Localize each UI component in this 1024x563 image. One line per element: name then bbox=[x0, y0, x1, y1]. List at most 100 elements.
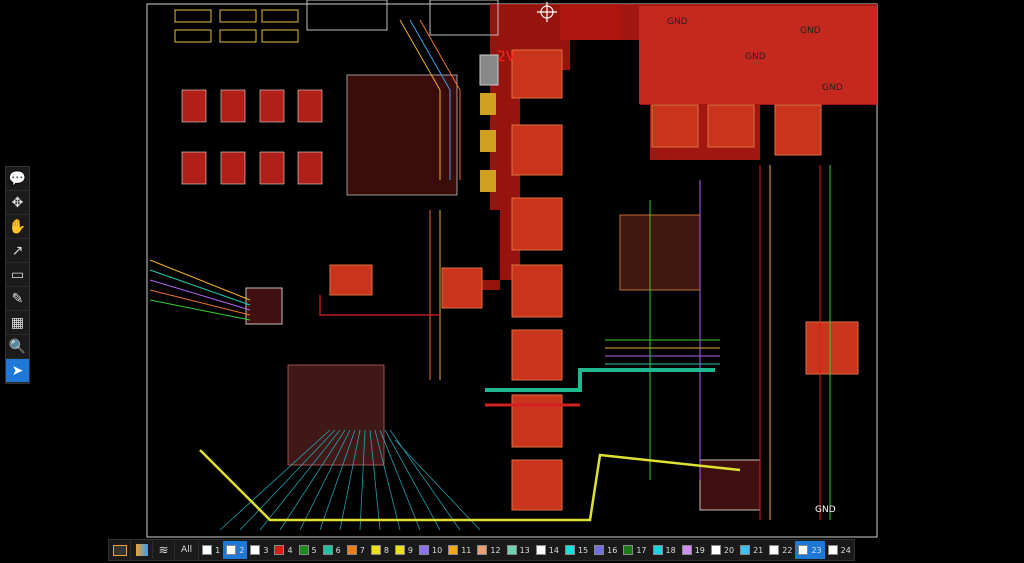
layer-label: 10 bbox=[432, 545, 443, 555]
comment-tool[interactable]: 💬 bbox=[6, 167, 29, 191]
layer-swatch bbox=[798, 545, 809, 555]
move-icon: ✥ bbox=[11, 194, 24, 211]
layer-toggle-22[interactable]: 22 bbox=[766, 541, 795, 559]
layer-swatch bbox=[322, 545, 333, 555]
layer-label: 5 bbox=[311, 545, 317, 555]
zoom-icon: 🔍 bbox=[8, 338, 27, 355]
layer-toggle-16[interactable]: 16 bbox=[591, 541, 620, 559]
route-tool[interactable]: ↗ bbox=[6, 239, 29, 263]
layer-swatch bbox=[226, 545, 237, 555]
layer-colors-button[interactable] bbox=[131, 541, 153, 559]
tool-palette: 💬 ✥ ✋ ↗ ▭ ✎ ▦ 🔍 ➤ bbox=[5, 166, 30, 384]
layer-toggle-7[interactable]: 7 bbox=[344, 541, 368, 559]
zoom-tool[interactable]: 🔍 bbox=[6, 335, 29, 359]
layer-label: 7 bbox=[359, 545, 365, 555]
layer-swatch bbox=[827, 545, 838, 555]
gnd-label: GND bbox=[800, 26, 821, 36]
layer-swatch bbox=[652, 545, 663, 555]
layer-toggle-23[interactable]: 23 bbox=[795, 541, 825, 559]
layer-toggle-10[interactable]: 10 bbox=[416, 541, 445, 559]
layer-toggle-13[interactable]: 13 bbox=[504, 541, 533, 559]
monitor-icon bbox=[112, 544, 127, 556]
ic-chip-4 bbox=[619, 214, 701, 291]
layer-toggle-14[interactable]: 14 bbox=[533, 541, 562, 559]
layers-icon: ≋ bbox=[158, 543, 169, 557]
yellow-part bbox=[480, 130, 496, 152]
layer-swatch bbox=[506, 545, 517, 555]
display-settings-button[interactable] bbox=[109, 541, 131, 559]
layer-toggle-2[interactable]: 2 bbox=[223, 541, 248, 559]
pcb-canvas[interactable] bbox=[0, 0, 1024, 563]
layer-label: 12 bbox=[490, 545, 501, 555]
layer-swatch bbox=[594, 545, 605, 555]
layer-label: 13 bbox=[519, 545, 530, 555]
layer-toggle-8[interactable]: 8 bbox=[368, 541, 392, 559]
gnd-label: GND bbox=[815, 505, 836, 515]
layer-toggle-6[interactable]: 6 bbox=[320, 541, 344, 559]
layer-swatch bbox=[623, 545, 634, 555]
layer-swatch bbox=[370, 545, 381, 555]
gnd-label: GND bbox=[667, 17, 688, 27]
layer-label: 21 bbox=[753, 545, 764, 555]
layer-label: 4 bbox=[287, 545, 293, 555]
layer-toggle-19[interactable]: 19 bbox=[679, 541, 708, 559]
layer-label: 20 bbox=[723, 545, 735, 555]
route-icon: ↗ bbox=[11, 242, 24, 259]
layer-toggle-1[interactable]: 1 bbox=[199, 541, 223, 559]
layer-label: 1 bbox=[215, 545, 221, 555]
layer-label: 19 bbox=[694, 545, 705, 555]
layer-swatch bbox=[477, 545, 488, 555]
layer-swatch bbox=[298, 545, 309, 555]
layer-toggle-20[interactable]: 20 bbox=[708, 541, 737, 559]
layer-add-icon: ▦ bbox=[10, 314, 25, 331]
layer-add-tool[interactable]: ▦ bbox=[6, 311, 29, 335]
layer-label: 15 bbox=[577, 545, 589, 555]
ic-chip bbox=[245, 287, 283, 325]
layer-toggle-18[interactable]: 18 bbox=[650, 541, 679, 559]
select-pointer-icon: ➤ bbox=[11, 362, 24, 379]
layer-swatch bbox=[202, 545, 213, 555]
layer-swatch bbox=[346, 545, 357, 555]
layer-label: 6 bbox=[335, 545, 341, 555]
layer-label: 22 bbox=[782, 545, 793, 555]
yellow-part bbox=[480, 93, 496, 115]
layer-bar: ≋ All 1 2 3 4 5 6 7 8 9 10 11 12 13 14 15 16 17 18 19 20 21 2… bbox=[108, 539, 855, 561]
layer-toggle-5[interactable]: 5 bbox=[296, 541, 320, 559]
layer-label: 14 bbox=[548, 545, 559, 555]
layer-toggle-9[interactable]: 9 bbox=[392, 541, 416, 559]
layer-toggle-17[interactable]: 17 bbox=[620, 541, 649, 559]
layer-swatch bbox=[419, 545, 430, 555]
layer-swatch bbox=[250, 545, 261, 555]
layer-toggle-24[interactable]: 24 bbox=[825, 541, 854, 559]
layer-swatch bbox=[448, 545, 459, 555]
layer-swatch bbox=[681, 545, 692, 555]
layer-toggle-3[interactable]: 3 bbox=[247, 541, 271, 559]
gnd-label: GND bbox=[822, 83, 843, 93]
palette-icon bbox=[135, 544, 148, 556]
add-shape-tool[interactable]: ▭ bbox=[6, 263, 29, 287]
layer-toggle-12[interactable]: 12 bbox=[474, 541, 503, 559]
layer-toggle-15[interactable]: 15 bbox=[562, 541, 591, 559]
layer-swatch bbox=[394, 545, 405, 555]
layer-toggle-21[interactable]: 21 bbox=[737, 541, 766, 559]
layer-swatch bbox=[274, 545, 285, 555]
layer-stack-button[interactable]: ≋ bbox=[153, 541, 175, 559]
layer-label: 23 bbox=[811, 545, 822, 555]
select-tool[interactable]: ➤ bbox=[6, 359, 29, 383]
layer-toggle-11[interactable]: 11 bbox=[445, 541, 474, 559]
probe-tool[interactable]: ✎ bbox=[6, 287, 29, 311]
move-tool[interactable]: ✥ bbox=[6, 191, 29, 215]
layer-label: 2 bbox=[239, 545, 245, 555]
all-layers-button[interactable]: All bbox=[175, 541, 200, 559]
layer-label: 24 bbox=[840, 545, 851, 555]
layer-label: 3 bbox=[263, 545, 269, 555]
layer-toggle-4[interactable]: 4 bbox=[271, 541, 295, 559]
layer-swatch bbox=[710, 545, 721, 555]
comment-icon: 💬 bbox=[8, 170, 27, 187]
pan-tool[interactable]: ✋ bbox=[6, 215, 29, 239]
pan-hand-icon: ✋ bbox=[8, 218, 27, 235]
bga-chip-2 bbox=[287, 364, 385, 466]
layer-swatch bbox=[769, 545, 780, 555]
layer-label: 16 bbox=[607, 545, 618, 555]
yellow-part bbox=[480, 170, 496, 192]
